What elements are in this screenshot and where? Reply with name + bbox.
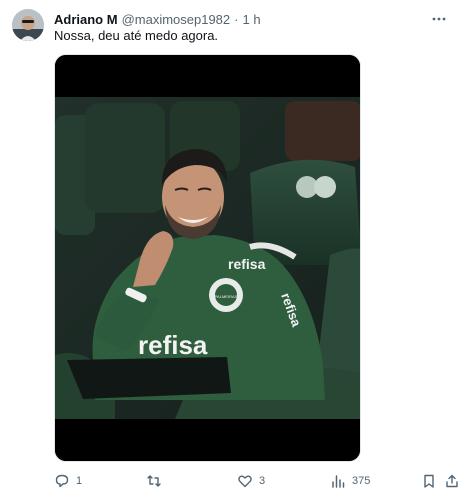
more-options-button[interactable] xyxy=(428,8,450,30)
retweet-button[interactable] xyxy=(146,470,168,492)
timestamp[interactable]: 1 h xyxy=(243,12,261,27)
crest-text: PALMEIRAS xyxy=(215,294,238,299)
bookmark-icon xyxy=(424,474,434,488)
share-button[interactable] xyxy=(444,470,460,492)
views-count: 375 xyxy=(352,475,371,487)
like-count: 3 xyxy=(259,475,266,487)
avatar-image xyxy=(12,9,44,41)
author-handle[interactable]: @maximosep1982 xyxy=(122,12,231,27)
media-image: refisa refisa refisa PALMEIRAS xyxy=(55,55,360,461)
tweet[interactable]: Adriano M @maximosep1982 · 1 h Nossa, de… xyxy=(0,0,476,501)
tweet-actions: 1 3 375 xyxy=(54,470,458,492)
reply-button[interactable]: 1 xyxy=(54,470,82,492)
reply-icon xyxy=(55,474,69,488)
reply-count: 1 xyxy=(76,475,83,487)
bookmark-button[interactable] xyxy=(421,470,437,492)
views-button[interactable]: 375 xyxy=(330,470,370,492)
tweet-text: Nossa, deu até medo agora. xyxy=(54,28,219,43)
jersey-sponsor-text: refisa xyxy=(138,330,208,360)
heart-icon xyxy=(238,475,252,488)
ellipsis-icon xyxy=(432,17,446,21)
jersey-chest-text: refisa xyxy=(228,256,266,272)
like-button[interactable]: 3 xyxy=(237,470,265,492)
author-name[interactable]: Adriano M xyxy=(54,12,118,27)
share-icon xyxy=(446,474,458,488)
views-icon xyxy=(332,475,345,488)
separator-dot: · xyxy=(234,11,239,27)
tweet-media[interactable]: refisa refisa refisa PALMEIRAS xyxy=(54,54,361,462)
avatar[interactable] xyxy=(12,9,44,41)
tweet-header: Adriano M @maximosep1982 · 1 h xyxy=(54,10,436,28)
retweet-icon xyxy=(147,475,161,487)
